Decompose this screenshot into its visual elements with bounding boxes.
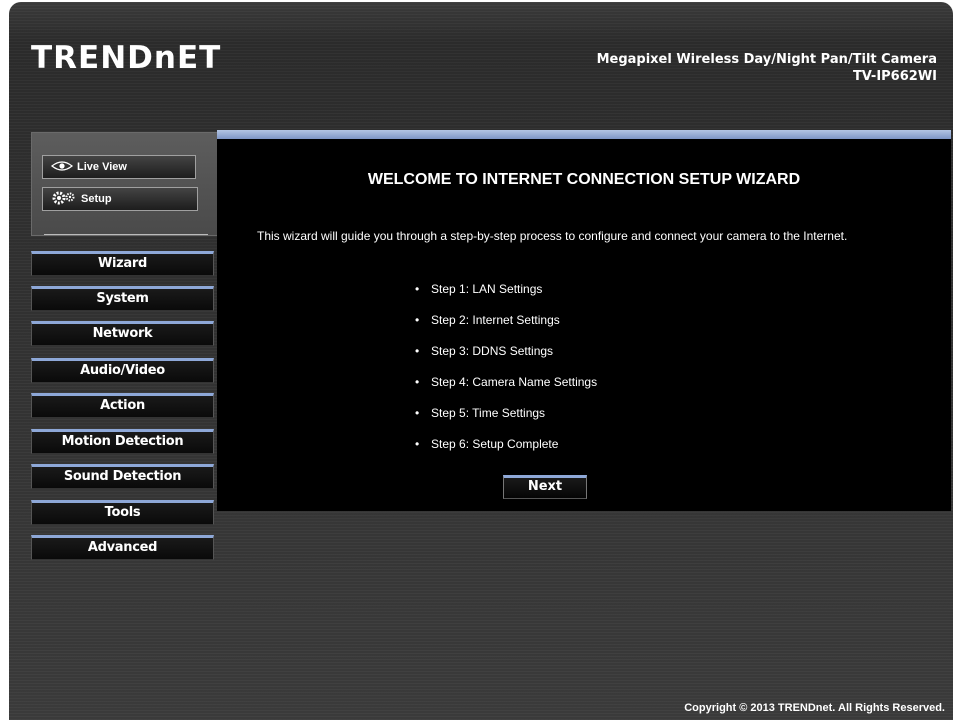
step-label: Step 6: Setup Complete [431,437,559,451]
setup-button[interactable]: Setup [42,187,198,211]
list-item: • Step 3: DDNS Settings [415,344,554,358]
nav-audio-video[interactable]: Audio/Video [31,358,214,383]
nav-wizard[interactable]: Wizard [31,251,214,276]
nav-advanced[interactable]: Advanced [31,535,214,560]
nav-action[interactable]: Action [31,393,214,418]
nav-network[interactable]: Network [31,321,214,346]
model-number: TV-IP662WI [852,69,937,84]
nav-tools[interactable]: Tools [31,500,214,525]
app-frame: TRENDnET Megapixel Wireless Day/Night Pa… [9,2,953,720]
list-item: • Step 2: Internet Settings [415,313,560,327]
content-header-bar [217,130,951,139]
nav-sound-detection[interactable]: Sound Detection [31,464,214,489]
nav-motion-detection[interactable]: Motion Detection [31,429,214,454]
wizard-steps: • Step 1: LAN Settings • Step 2: Internet … [415,282,597,468]
mode-switch-panel: Live View Setup [31,132,219,236]
list-item: • Step 4: Camera Name Settings [415,375,598,389]
step-label: Step 4: Camera Name Settings [431,375,598,389]
list-item: • Step 1: LAN Settings [415,282,543,296]
sidebar-divider [44,234,208,235]
copyright-text: Copyright © 2013 TRENDnet. All Rights Re… [684,702,945,714]
wizard-intro: This wizard will guide you through a ste… [257,229,848,243]
live-view-label: Live View [77,161,127,173]
list-item: • Step 5: Time Settings [415,406,546,420]
next-button[interactable]: Next [503,475,587,499]
eye-icon [50,160,74,175]
product-info: Megapixel Wireless Day/Night Pan/Tilt Ca… [597,51,937,85]
wizard-panel: WELCOME TO INTERNET CONNECTION SETUP WIZ… [217,139,951,511]
step-label: Step 5: Time Settings [431,406,546,420]
list-item: • Step 6: Setup Complete [415,437,559,451]
trendnet-logo: TRENDnET [31,40,222,76]
setup-label: Setup [81,193,112,205]
gear-icon [51,190,77,209]
header-shine [9,2,953,42]
wizard-title: WELCOME TO INTERNET CONNECTION SETUP WIZ… [367,171,801,188]
live-view-button[interactable]: Live View [42,155,196,179]
step-label: Step 2: Internet Settings [431,313,560,327]
nav-system[interactable]: System [31,286,214,311]
step-label: Step 3: DDNS Settings [431,344,554,358]
step-label: Step 1: LAN Settings [431,282,543,296]
product-title: Megapixel Wireless Day/Night Pan/Tilt Ca… [596,52,937,67]
